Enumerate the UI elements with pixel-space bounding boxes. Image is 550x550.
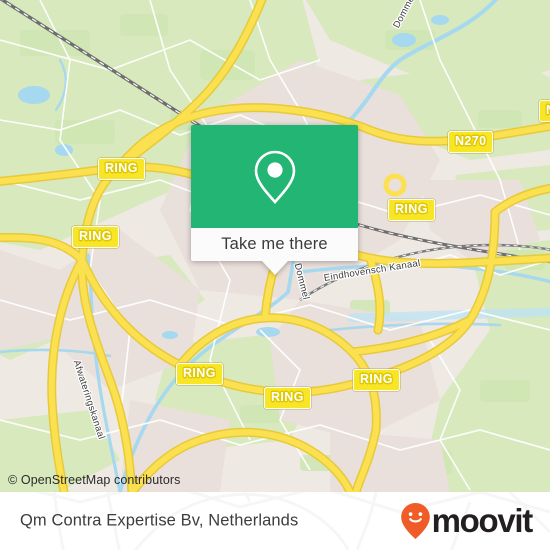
map-canvas[interactable]: RING RING N270 RING N RING RING RING Dom… — [0, 0, 550, 492]
take-me-there-label: Take me there — [221, 235, 328, 253]
moovit-map-screenshot: RING RING N270 RING N RING RING RING Dom… — [0, 0, 550, 550]
road-shield: N270 — [448, 131, 494, 153]
take-me-there-button[interactable]: Take me there — [191, 228, 358, 261]
road-shield: RING — [176, 363, 223, 385]
road-shield: RING — [388, 199, 435, 221]
place-title: Qm Contra Expertise Bv, Netherlands — [20, 511, 299, 530]
road-shield: RING — [353, 369, 400, 391]
map-pin-icon — [254, 150, 295, 204]
take-me-there-callout[interactable]: Take me there — [191, 125, 358, 275]
osm-attribution[interactable]: © OpenStreetMap contributors — [8, 473, 181, 487]
footer-bar: Qm Contra Expertise Bv, Netherlands moov… — [0, 492, 550, 550]
moovit-smiley-pin-icon — [400, 503, 430, 539]
callout-icon-panel — [191, 125, 358, 228]
moovit-wordmark: moovit — [431, 502, 534, 539]
road-shield: RING — [72, 226, 119, 248]
moovit-logo[interactable]: moovit — [400, 502, 534, 540]
road-shield: RING — [98, 158, 145, 180]
road-shield: RING — [264, 387, 311, 409]
road-shield: N — [539, 100, 550, 122]
callout-tail — [261, 261, 288, 275]
